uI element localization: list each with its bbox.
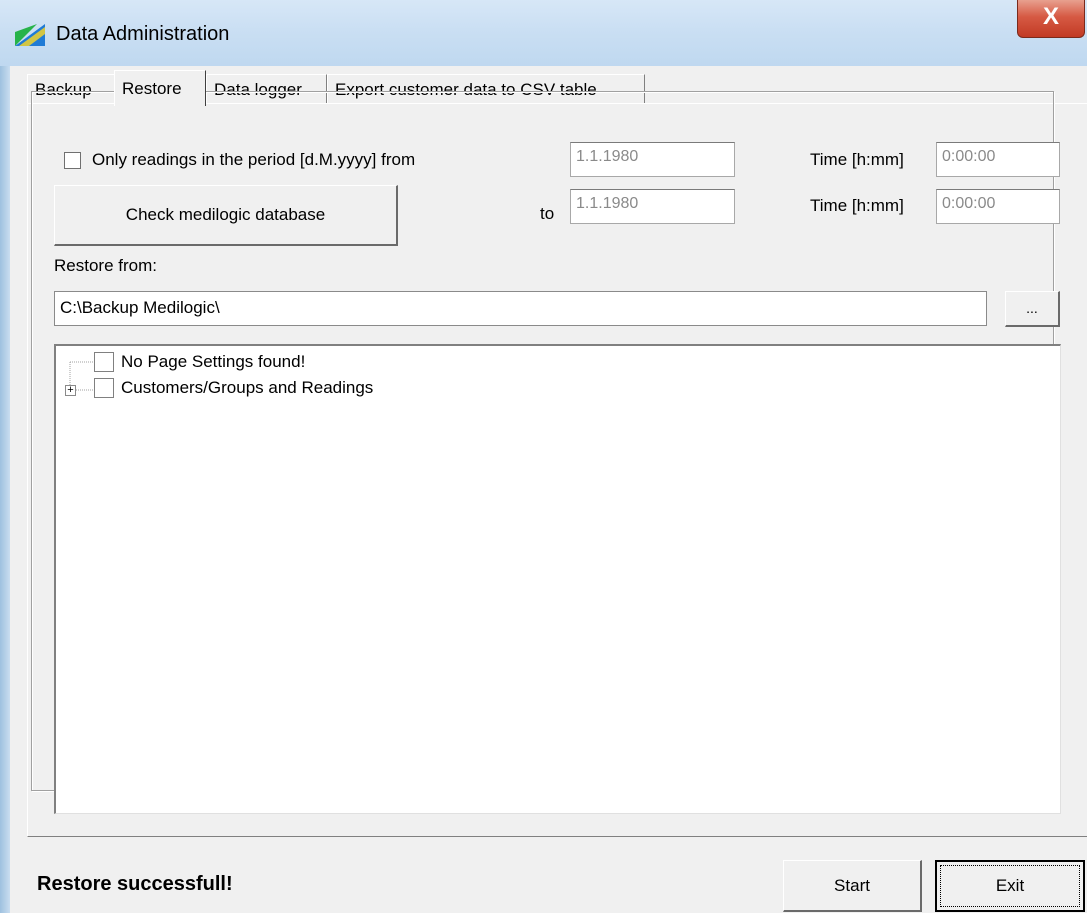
period-checkbox-label: Only readings in the period [d.M.yyyy] f… — [92, 150, 416, 169]
tree-item-customers-label: Customers/Groups and Readings — [121, 378, 374, 397]
tree-item-page-settings[interactable]: No Page Settings found! — [56, 350, 856, 376]
close-icon: X — [1042, 3, 1059, 30]
to-date-field[interactable]: 1.1.1980 — [570, 189, 735, 224]
title-bar: Data Administration X — [0, 0, 1087, 66]
window-title: Data Administration — [56, 23, 230, 45]
tab-restore[interactable]: Restore — [114, 70, 206, 106]
restore-tree-view[interactable]: No Page Settings found! + Customers/Grou… — [54, 344, 1061, 814]
start-button[interactable]: Start — [783, 860, 922, 912]
tree-item-customers[interactable]: + Customers/Groups and Readings — [56, 376, 856, 402]
restore-from-label: Restore from: — [54, 256, 157, 275]
window-border — [0, 66, 10, 913]
restore-path-input[interactable]: C:\Backup Medilogic\ — [54, 291, 987, 326]
tree-item-page-settings-label: No Page Settings found! — [121, 352, 306, 371]
to-time-label: Time [h:mm] — [810, 196, 904, 215]
from-date-field[interactable]: 1.1.1980 — [570, 142, 735, 177]
check-database-button-label: Check medilogic database — [125, 205, 326, 224]
tree-item-customers-checkbox[interactable] — [94, 378, 114, 398]
status-message: Restore successfull! — [37, 873, 233, 895]
tab-restore-label: Restore — [122, 79, 182, 98]
exit-button[interactable]: Exit — [935, 860, 1085, 912]
check-database-button[interactable]: Check medilogic database — [54, 185, 398, 246]
to-time-field[interactable]: 0:00:00 — [936, 189, 1060, 224]
tree-item-page-settings-checkbox[interactable] — [94, 352, 114, 372]
close-button[interactable]: X — [1017, 0, 1085, 38]
client-area: Backup Restore Data logger Export custom… — [10, 66, 1087, 913]
to-label: to — [540, 204, 555, 223]
expand-plus-icon[interactable]: + — [65, 385, 76, 396]
from-time-field[interactable]: 0:00:00 — [936, 142, 1060, 177]
period-checkbox[interactable] — [64, 152, 81, 169]
app-logo-icon — [15, 24, 45, 46]
from-time-label: Time [h:mm] — [810, 150, 904, 169]
browse-button-label: ... — [1026, 300, 1038, 316]
browse-button[interactable]: ... — [1005, 291, 1060, 327]
exit-button-label: Exit — [995, 876, 1025, 895]
start-button-label: Start — [834, 876, 870, 895]
data-administration-window: Data Administration X Backup Restore Dat… — [0, 0, 1087, 913]
